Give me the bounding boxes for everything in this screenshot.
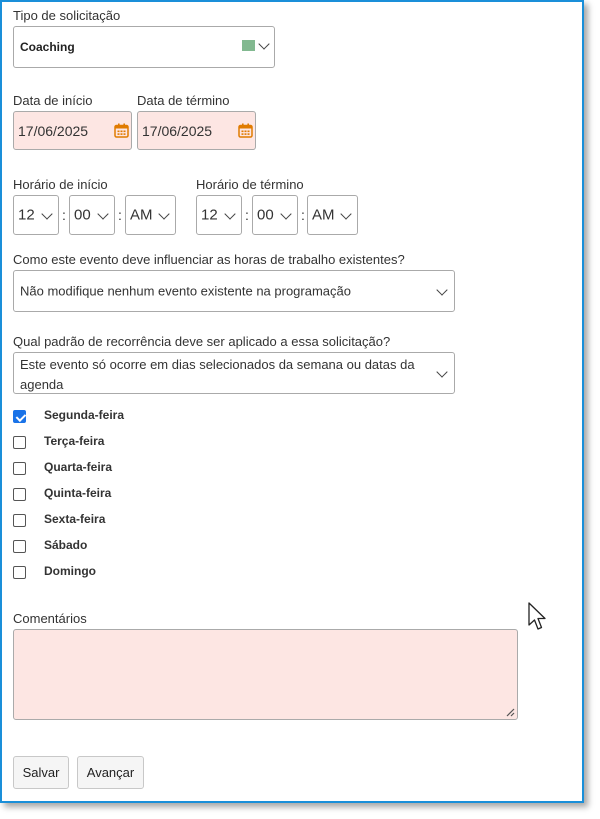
day-label: Quinta-feira	[44, 486, 112, 500]
checkbox-segunda[interactable]	[13, 410, 26, 423]
data-inicio-input[interactable]: 17/06/2025	[13, 111, 132, 150]
checkbox-sabado[interactable]	[13, 540, 26, 553]
ampm-termino-value: AM	[312, 206, 335, 224]
influencia-value: Não modifique nenhum evento existente na…	[20, 283, 351, 299]
chevron-down-icon	[97, 208, 109, 220]
horario-termino-label: Horário de término	[196, 177, 304, 192]
hora-termino-value: 12	[201, 206, 218, 224]
checkbox-sexta[interactable]	[13, 514, 26, 527]
data-termino-input[interactable]: 17/06/2025	[137, 111, 256, 150]
recorrencia-value: Este evento só ocorre em dias selecionad…	[20, 357, 415, 392]
time-separator: :	[62, 207, 66, 223]
comentarios-textarea[interactable]	[13, 629, 518, 720]
chevron-down-icon	[436, 284, 448, 296]
chevron-down-icon	[158, 208, 170, 220]
checkbox-terca[interactable]	[13, 436, 26, 449]
tipo-select[interactable]: Coaching	[13, 26, 275, 68]
tipo-value: Coaching	[20, 40, 75, 54]
day-label: Terça-feira	[44, 434, 105, 448]
chevron-down-icon	[436, 366, 448, 378]
checkbox-quinta[interactable]	[13, 488, 26, 501]
chevron-down-icon	[41, 208, 53, 220]
day-label: Sábado	[44, 538, 88, 552]
time-separator: :	[118, 207, 122, 223]
horario-inicio-label: Horário de início	[13, 177, 108, 192]
recorrencia-select[interactable]: Este evento só ocorre em dias selecionad…	[13, 352, 455, 394]
checkbox-quarta[interactable]	[13, 462, 26, 475]
day-label: Quarta-feira	[44, 460, 113, 474]
data-inicio-value: 17/06/2025	[18, 123, 89, 139]
data-inicio-label: Data de início	[13, 93, 93, 108]
tipo-label: Tipo de solicitação	[13, 8, 121, 23]
calendar-icon[interactable]	[238, 123, 253, 138]
minuto-termino-value: 00	[257, 206, 274, 224]
recorrencia-label: Qual padrão de recorrência deve ser apli…	[13, 334, 391, 349]
comentarios-label: Comentários	[13, 611, 87, 626]
calendar-icon[interactable]	[114, 123, 129, 138]
influencia-select[interactable]: Não modifique nenhum evento existente na…	[13, 270, 455, 312]
color-swatch	[242, 40, 255, 51]
chevron-down-icon	[340, 208, 352, 220]
save-button[interactable]: Salvar	[13, 756, 69, 789]
resize-handle-icon[interactable]	[505, 707, 515, 717]
ampm-inicio-value: AM	[130, 206, 153, 224]
mouse-cursor-icon	[528, 602, 546, 630]
ampm-inicio-select[interactable]: AM	[125, 195, 176, 235]
minuto-termino-select[interactable]: 00	[252, 195, 298, 235]
chevron-down-icon	[224, 208, 236, 220]
next-button[interactable]: Avançar	[77, 756, 144, 789]
checkbox-domingo[interactable]	[13, 566, 26, 579]
hora-inicio-value: 12	[18, 206, 35, 224]
influencia-label: Como este evento deve influenciar as hor…	[13, 252, 405, 267]
time-separator: :	[301, 207, 305, 223]
minuto-inicio-select[interactable]: 00	[69, 195, 115, 235]
hora-termino-select[interactable]: 12	[196, 195, 242, 235]
time-separator: :	[245, 207, 249, 223]
minuto-inicio-value: 00	[74, 206, 91, 224]
ampm-termino-select[interactable]: AM	[307, 195, 358, 235]
data-termino-label: Data de término	[137, 93, 230, 108]
day-label: Domingo	[44, 564, 96, 578]
chevron-down-icon	[258, 38, 270, 50]
hora-inicio-select[interactable]: 12	[13, 195, 59, 235]
chevron-down-icon	[280, 208, 292, 220]
day-label: Segunda-feira	[44, 408, 125, 422]
day-label: Sexta-feira	[44, 512, 106, 526]
data-termino-value: 17/06/2025	[142, 123, 213, 139]
